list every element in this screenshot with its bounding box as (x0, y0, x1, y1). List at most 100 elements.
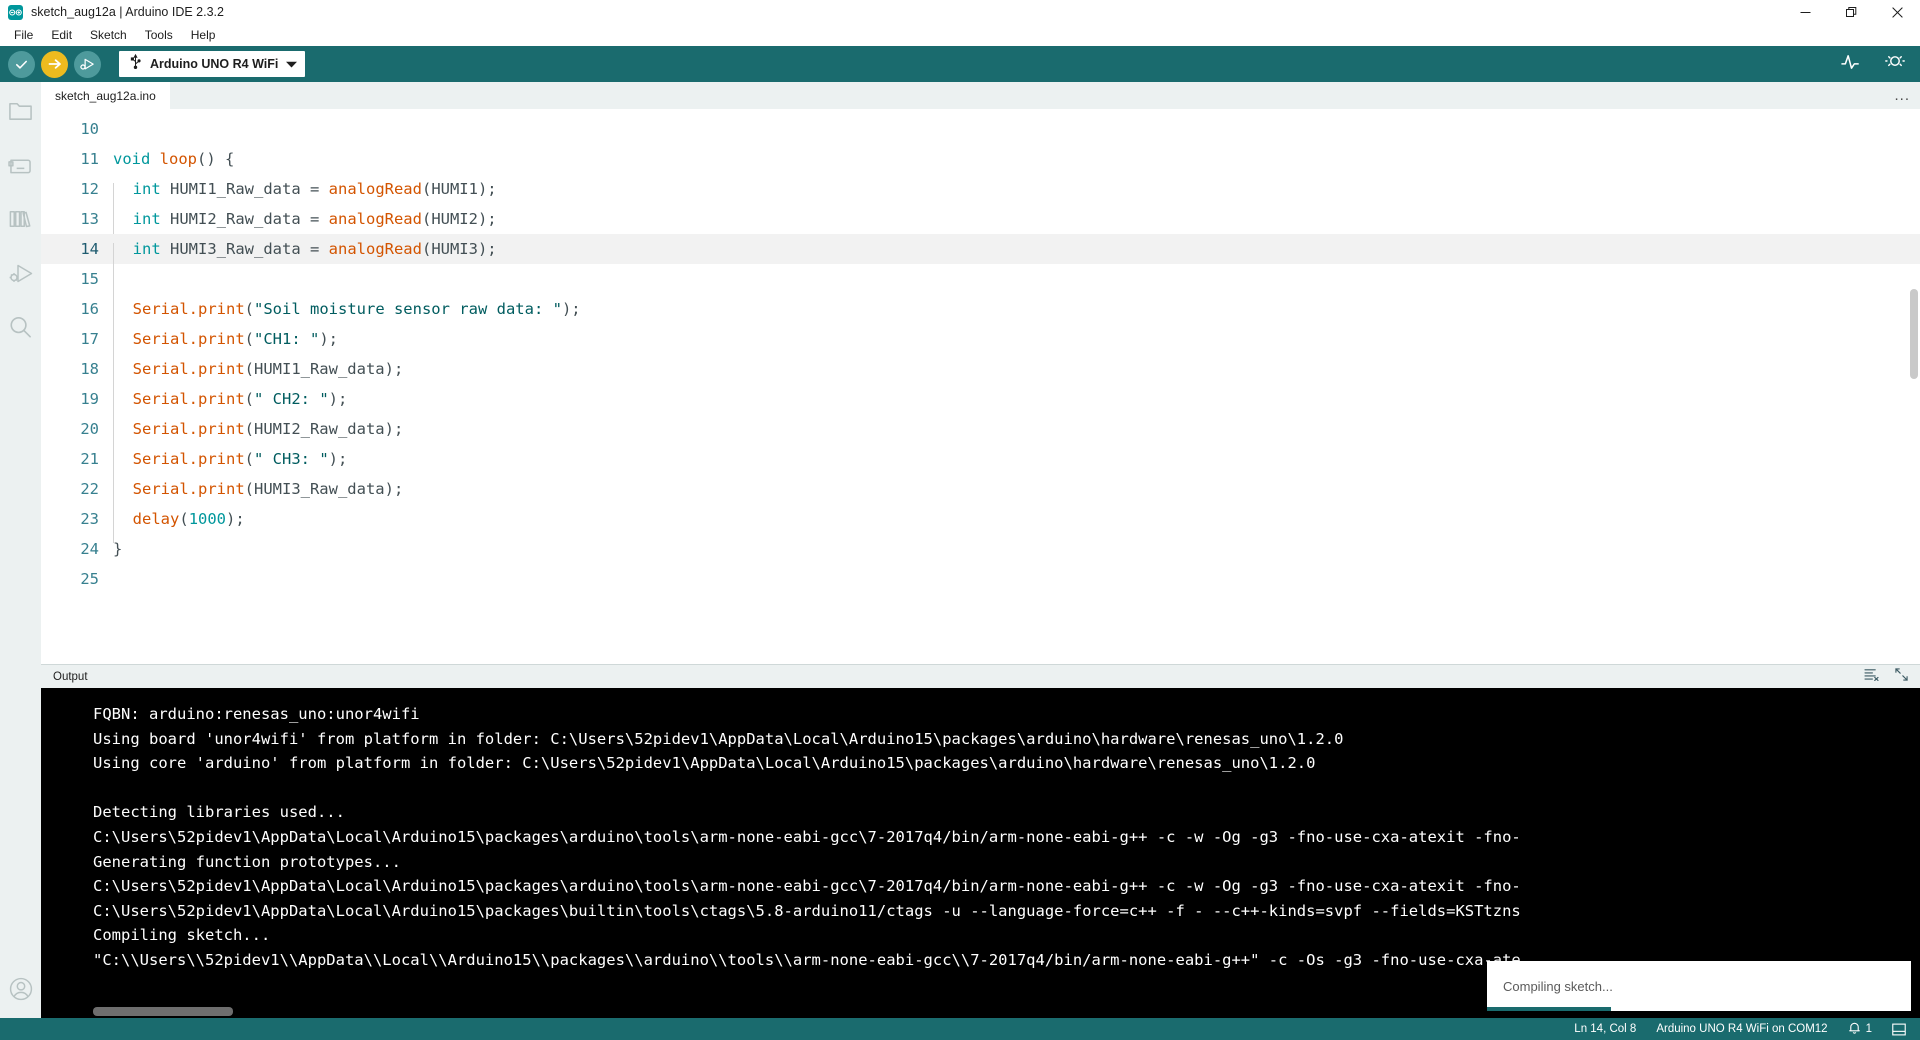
menu-item-help[interactable]: Help (182, 26, 225, 44)
code-line[interactable]: 14 int HUMI3_Raw_data = analogRead(HUMI3… (41, 234, 1920, 273)
line-number: 12 (80, 180, 99, 198)
code-line[interactable]: 11 void loop() { (41, 144, 1920, 174)
maximize-icon[interactable] (1828, 0, 1874, 24)
code-line[interactable]: 20 Serial.print(HUMI2_Raw_data); (41, 414, 1920, 453)
console-line: C:\Users\52pidev1\AppData\Local\Arduino1… (93, 901, 1521, 920)
code-line[interactable]: 10 (41, 114, 1920, 144)
sidebar-item-sketchbook[interactable] (6, 96, 36, 126)
toast-message: Compiling sketch... (1503, 978, 1613, 994)
bell-icon (1848, 1021, 1861, 1038)
upload-button[interactable] (41, 50, 68, 78)
code-token: (HUMI1); (421, 180, 497, 198)
code-token: delay (132, 510, 180, 528)
code-token: ( (244, 390, 254, 408)
code-line[interactable]: 15 (41, 264, 1920, 303)
sidebar-item-boards-manager[interactable] (6, 150, 36, 180)
console-line: Compiling sketch... (93, 926, 271, 945)
code-line[interactable]: 13 int HUMI2_Raw_data = analogRead(HUMI2… (41, 204, 1920, 243)
line-number: 15 (80, 270, 99, 288)
code-token: Serial.print (132, 300, 245, 318)
code-token: int (132, 180, 161, 198)
code-token: () { (197, 150, 235, 168)
menu-item-file[interactable]: File (5, 26, 42, 44)
menu-item-tools[interactable]: Tools (136, 26, 182, 44)
close-icon[interactable] (1874, 0, 1920, 24)
code-line[interactable]: 24} (41, 534, 1920, 564)
code-line[interactable]: 23 delay(1000); (41, 504, 1920, 543)
code-token: int (132, 240, 161, 258)
toolbar-right-actions (1841, 52, 1906, 76)
code-token: HUMI3_Raw_data = (160, 240, 329, 258)
sidebar-item-library-manager[interactable] (6, 204, 36, 234)
line-number: 10 (80, 120, 99, 138)
sidebar-item-search[interactable] (6, 312, 36, 342)
cursor-position[interactable]: Ln 14, Col 8 (1574, 1023, 1636, 1035)
console-line: Using board 'unor4wifi' from platform in… (93, 729, 1344, 748)
code-token: int (132, 210, 161, 228)
code-text: Serial.print(HUMI1_Raw_data); (114, 354, 404, 384)
notifications-status[interactable]: 1 (1848, 1021, 1872, 1038)
code-token: HUMI2_Raw_data = (160, 210, 329, 228)
code-line[interactable]: 12 int HUMI1_Raw_data = analogRead(HUMI1… (41, 174, 1920, 213)
menu-item-sketch[interactable]: Sketch (81, 26, 136, 44)
panel-toggle-button[interactable] (1892, 1023, 1906, 1036)
code-text: Serial.print(HUMI2_Raw_data); (114, 414, 404, 444)
code-line[interactable]: 25 (41, 564, 1920, 594)
account-icon[interactable] (6, 974, 36, 1004)
code-token: 1000 (188, 510, 227, 528)
activity-sidebar (0, 82, 41, 1018)
tab-overflow-icon[interactable]: ... (1894, 82, 1910, 109)
code-token: Serial.print (132, 480, 245, 498)
debug-button[interactable] (74, 50, 101, 78)
code-line[interactable]: 21 Serial.print(" CH3: "); (41, 444, 1920, 483)
code-token: } (113, 540, 123, 558)
code-token: Serial.print (132, 360, 245, 378)
board-port-status[interactable]: Arduino UNO R4 WiFi on COM12 (1656, 1023, 1827, 1035)
chevron-down-icon[interactable] (286, 55, 298, 73)
code-editor[interactable]: 10 11 void loop() {12 int HUMI1_Raw_data =… (41, 109, 1920, 664)
sidebar-item-debug[interactable] (6, 258, 36, 288)
code-line[interactable]: 22 Serial.print(HUMI3_Raw_data); (41, 474, 1920, 513)
workspace: sketch_aug12a.ino ... 10 11 void loop() {1… (0, 82, 1920, 1018)
code-text: int HUMI1_Raw_data = analogRead(HUMI1); (114, 174, 497, 204)
code-line[interactable]: 17 Serial.print("CH1: "); (41, 324, 1920, 363)
tab-sketch-ino[interactable]: sketch_aug12a.ino (41, 82, 170, 109)
minimize-icon[interactable] (1782, 0, 1828, 24)
code-token: ); (328, 450, 348, 468)
line-number: 19 (80, 390, 99, 408)
code-token: ( (244, 300, 254, 318)
code-line[interactable]: 18 Serial.print(HUMI1_Raw_data); (41, 354, 1920, 393)
verify-button[interactable] (8, 50, 35, 78)
output-panel-actions (1864, 667, 1908, 686)
editor-vertical-scrollbar[interactable] (1908, 109, 1920, 664)
menu-item-edit[interactable]: Edit (42, 26, 81, 44)
code-token: ( (179, 510, 189, 528)
code-token: (HUMI3); (421, 240, 497, 258)
code-token: ); (226, 510, 245, 528)
code-line[interactable]: 16 Serial.print("Soil moisture sensor ra… (41, 294, 1920, 333)
expand-panel-icon[interactable] (1895, 667, 1908, 686)
editor-scroll-thumb[interactable] (1910, 289, 1918, 379)
code-text: Serial.print(HUMI3_Raw_data); (114, 474, 404, 504)
serial-plotter-icon[interactable] (1841, 52, 1862, 76)
line-number: 17 (80, 330, 99, 348)
line-number: 21 (80, 450, 99, 468)
console-line: Using core 'arduino' from platform in fo… (93, 754, 1316, 773)
code-line[interactable]: 19 Serial.print(" CH2: "); (41, 384, 1920, 423)
code-lines-container[interactable]: 10 11 void loop() {12 int HUMI1_Raw_data =… (41, 109, 1920, 664)
code-text: Serial.print(" CH2: "); (114, 384, 348, 414)
window-controls (1782, 0, 1920, 24)
console-horizontal-scrollbar[interactable] (93, 1007, 233, 1016)
menu-bar: File Edit Sketch Tools Help (0, 24, 1920, 46)
clear-output-icon[interactable] (1864, 668, 1879, 686)
serial-monitor-icon[interactable] (1884, 52, 1906, 76)
console-line: Detecting libraries used... (93, 803, 345, 822)
code-token: "Soil moisture sensor raw data: " (254, 300, 562, 318)
board-selector[interactable]: Arduino UNO R4 WiFi (119, 51, 306, 77)
